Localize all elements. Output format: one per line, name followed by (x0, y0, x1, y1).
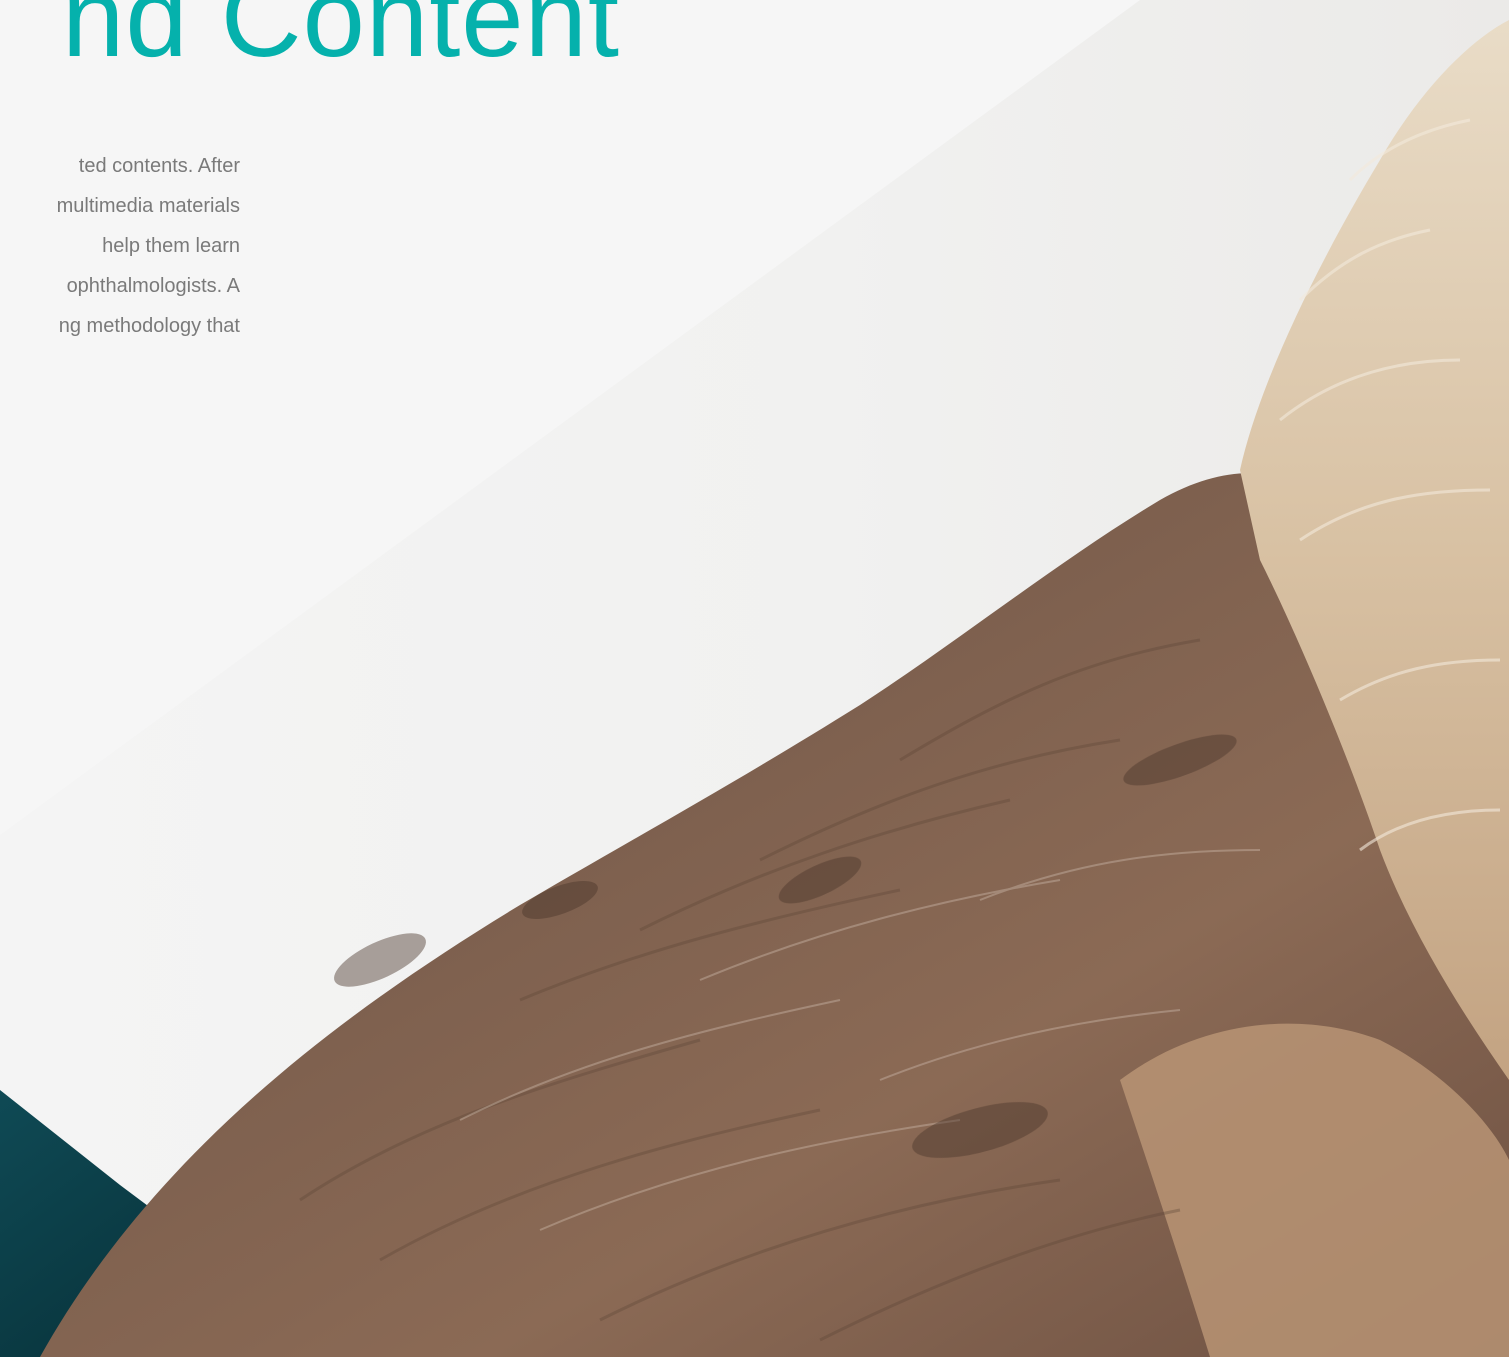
intro-line: ophthalmologists. A (66, 275, 240, 297)
intro-paragraph: ted contents. After multimedia materials… (0, 146, 240, 346)
intro-line: ted contents. After (78, 155, 240, 177)
intro-line: help them learn (102, 235, 240, 257)
intro-line: ng methodology that (58, 315, 240, 337)
page-title: nd Content (62, 0, 620, 74)
intro-line: multimedia materials (56, 195, 240, 217)
hero-section: nd Content ted contents. After multimedi… (0, 0, 1509, 1357)
